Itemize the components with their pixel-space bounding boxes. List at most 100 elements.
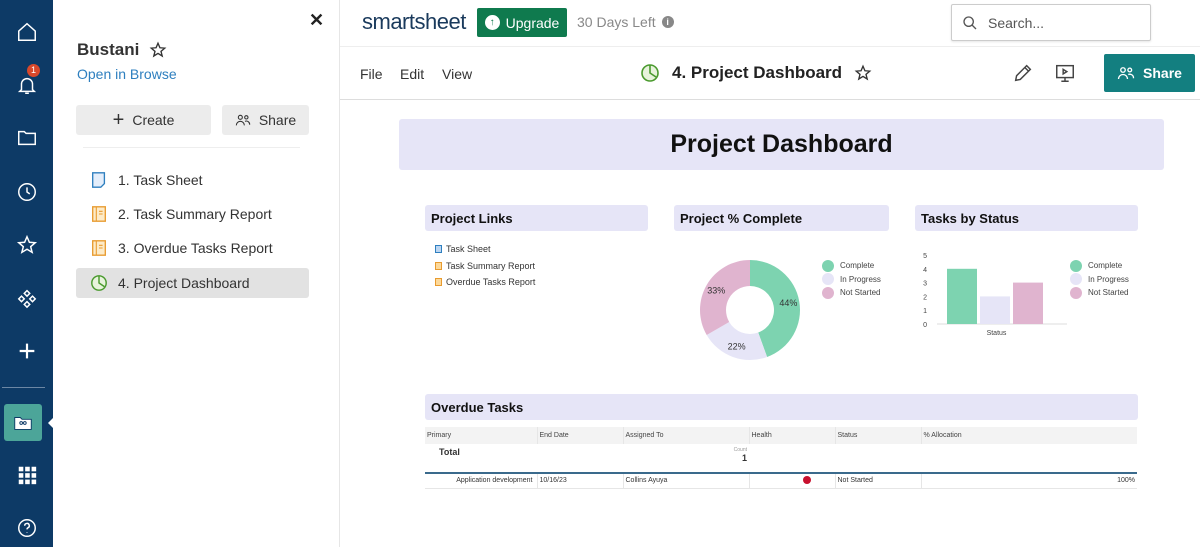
cell-end-date: 10/16/23 <box>536 473 623 489</box>
presentation-icon[interactable] <box>1054 62 1076 84</box>
top-bar: smartsheet ↑ Upgrade 30 Days Left i Sear… <box>340 0 1200 46</box>
dashboard-icon <box>91 275 107 291</box>
bar-in-progress <box>980 296 1010 324</box>
upgrade-label: Upgrade <box>505 14 560 31</box>
legend-swatch <box>1070 259 1082 272</box>
app-launcher-grid-icon[interactable] <box>0 458 53 492</box>
sheet-icon <box>92 172 106 188</box>
recents-clock-icon[interactable] <box>0 175 53 209</box>
legend-item-complete: Complete <box>1070 259 1129 273</box>
left-nav-rail: 1 <box>0 0 55 547</box>
x-axis-label: Status <box>987 330 1007 337</box>
share-label: Share <box>1143 65 1182 81</box>
menu-file[interactable]: File <box>360 66 383 82</box>
y-tick-label: 3 <box>923 281 927 288</box>
upgrade-button[interactable]: ↑ Upgrade <box>477 8 567 37</box>
trial-status: 30 Days Left i <box>577 14 674 30</box>
cell-status: Not Started <box>834 473 921 489</box>
link-overdue-tasks-report[interactable]: Overdue Tasks Report <box>435 274 535 291</box>
link-label: Task Summary Report <box>446 260 536 271</box>
share-button[interactable]: Share <box>1104 54 1195 92</box>
folder-icon[interactable] <box>0 121 53 155</box>
tasks-by-status-header: Tasks by Status <box>915 205 1138 231</box>
panel-share-button[interactable]: Share <box>222 105 309 135</box>
plus-icon: + <box>112 109 125 131</box>
solutions-icon[interactable] <box>0 281 53 315</box>
link-task-sheet[interactable]: Task Sheet <box>435 241 535 258</box>
sheet-title-text: 4. Project Dashboard <box>672 63 843 82</box>
dashboard-canvas: Project Dashboard Project Links Task She… <box>340 100 1200 547</box>
panel-item-task-sheet[interactable]: 1. Task Sheet <box>76 165 309 195</box>
legend-swatch <box>822 286 834 299</box>
home-icon[interactable] <box>0 15 53 49</box>
panel-item-project-dashboard[interactable]: 4. Project Dashboard <box>76 268 309 298</box>
sheet-icon <box>435 245 442 254</box>
donut-slice-not-started <box>700 260 750 335</box>
edit-pencil-icon[interactable] <box>1012 62 1034 84</box>
legend-label: Complete <box>1088 261 1123 271</box>
info-icon[interactable]: i <box>661 16 674 28</box>
item-label: 4. Project Dashboard <box>118 275 250 291</box>
workspace-icon[interactable] <box>4 404 42 441</box>
people-icon <box>1117 67 1135 80</box>
dashboard-icon <box>641 64 659 82</box>
donut-data-label: 22% <box>728 342 746 352</box>
cell-allocation: 100% <box>920 473 1137 489</box>
link-task-summary-report[interactable]: Task Summary Report <box>435 258 535 275</box>
add-plus-icon[interactable] <box>0 334 53 368</box>
share-label: Share <box>258 112 297 128</box>
workspace-title: Bustani <box>77 40 167 60</box>
favorites-star-icon[interactable] <box>0 228 53 262</box>
favorite-star-icon[interactable] <box>854 64 872 82</box>
table-header-row: Primary End Date Assigned To Health Stat… <box>425 427 1137 444</box>
y-tick-label: 4 <box>923 267 927 274</box>
donut-data-label: 44% <box>779 298 797 308</box>
item-label: 3. Overdue Tasks Report <box>118 240 273 256</box>
legend-swatch <box>822 273 834 286</box>
legend-item-in-progress: In Progress <box>1070 273 1129 287</box>
notifications-icon[interactable]: 1 <box>0 64 53 102</box>
legend-label: Not Started <box>840 288 881 298</box>
create-button[interactable]: + Create <box>76 105 211 135</box>
overdue-tasks-table: Primary End Date Assigned To Health Stat… <box>425 427 1137 489</box>
y-tick-label: 5 <box>923 253 927 260</box>
table-row[interactable]: Application development 10/16/23 Collins… <box>425 473 1137 489</box>
search-placeholder: Search... <box>988 14 1045 31</box>
legend-label: In Progress <box>1088 274 1129 284</box>
health-red-dot-icon <box>802 475 811 484</box>
notification-badge: 1 <box>27 64 40 77</box>
legend-item-not-started: Not Started <box>1070 286 1129 300</box>
legend-item-not-started: Not Started <box>822 286 881 300</box>
tasks-by-status-bar-chart: 0 1 2 3 4 5 Status <box>923 253 1067 337</box>
report-icon <box>435 278 442 287</box>
panel-item-overdue-tasks-report[interactable]: 3. Overdue Tasks Report <box>76 233 309 263</box>
column-header-allocation: % Allocation <box>920 427 1137 444</box>
favorite-star-icon[interactable] <box>149 41 167 59</box>
column-header-end-date: End Date <box>536 427 623 444</box>
legend-swatch <box>1070 273 1082 286</box>
y-tick-label: 2 <box>923 294 927 301</box>
close-panel-icon[interactable]: ✕ <box>309 10 324 31</box>
dashboard-title: Project Dashboard <box>399 119 1164 170</box>
legend-label: Not Started <box>1088 288 1129 298</box>
open-in-browse-link[interactable]: Open in Browse <box>77 66 177 82</box>
panel-item-task-summary-report[interactable]: 2. Task Summary Report <box>76 199 309 229</box>
menu-view[interactable]: View <box>442 66 472 82</box>
smartsheet-logo[interactable]: smartsheet <box>362 9 466 35</box>
legend-swatch <box>822 259 834 272</box>
project-links-list: Task Sheet Task Summary Report Overdue T… <box>435 241 535 291</box>
help-icon[interactable] <box>0 511 53 545</box>
link-label: Task Sheet <box>446 244 491 255</box>
legend-item-in-progress: In Progress <box>822 273 881 287</box>
menu-edit[interactable]: Edit <box>400 66 424 82</box>
workspace-name: Bustani <box>77 40 140 59</box>
total-label: Total <box>425 444 537 474</box>
bar-complete <box>947 268 977 324</box>
donut-data-label: 33% <box>707 286 725 296</box>
y-tick-label: 1 <box>923 308 927 315</box>
donut-legend: Complete In Progress Not Started <box>822 259 881 300</box>
legend-label: In Progress <box>840 274 881 284</box>
search-input[interactable]: Search... <box>951 4 1151 41</box>
legend-label: Complete <box>840 261 875 271</box>
percent-complete-donut-chart: 44% 22% 33% <box>700 260 800 360</box>
